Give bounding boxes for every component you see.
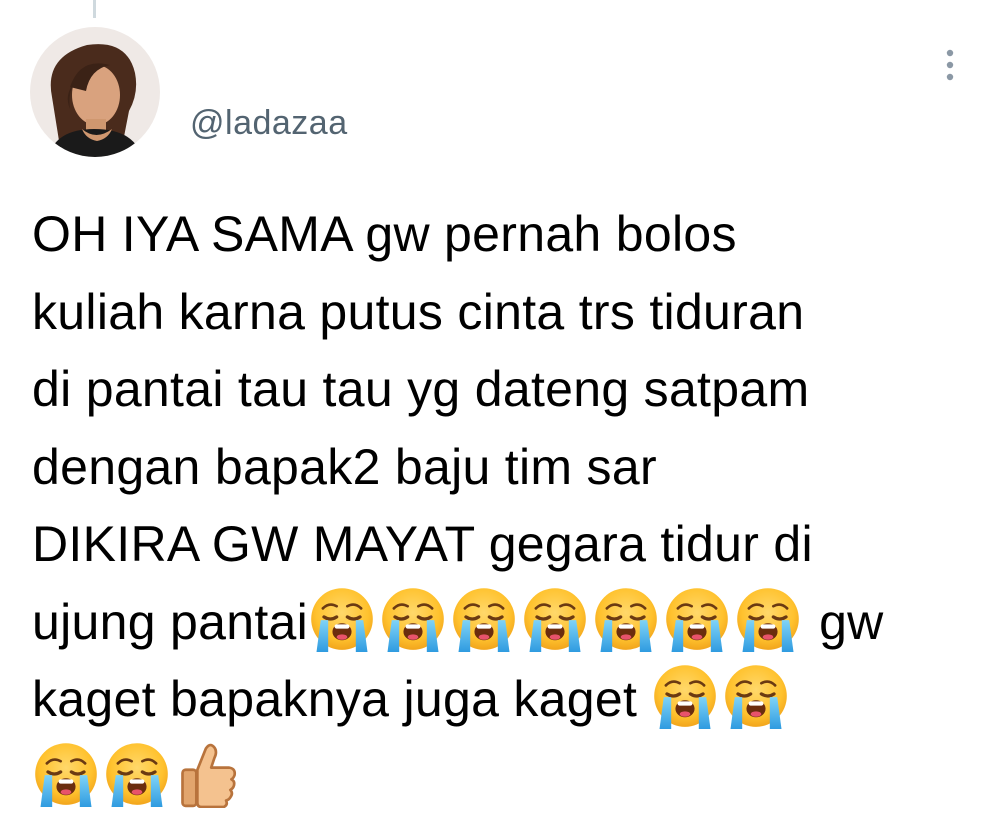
tweet-line: dengan bapak2 baju tim sar [32,438,657,495]
tweet-line-text: ujung pantai [32,593,309,650]
crying-face-icon [651,662,719,730]
tweet-line-text: kaget bapaknya juga kaget [32,671,638,727]
crying-face-icon [308,585,376,653]
crying-face-icon [521,585,589,653]
crying-face-icon [663,585,731,653]
crying-face-icon [32,740,100,808]
tweet-line: kuliah karna putus cinta trs tiduran [32,283,805,340]
tweet-line-text: gw [819,593,884,650]
crying-face-icon [103,740,171,808]
tweet-line-emoji-only [32,739,982,817]
tweet-line-with-emoji: ujung pantai gw [32,584,982,662]
tweet-line: OH IYA SAMA gw pernah bolos [32,206,737,262]
thread-connector-line [93,0,96,18]
tweet-text: OH IYA SAMA gw pernah bolos kuliah karna… [32,196,982,816]
more-vertical-icon [946,49,954,81]
tweet-line-with-emoji: kaget bapaknya juga kaget [32,661,982,739]
thumbs-up-icon [174,740,242,808]
crying-face-icon [592,585,660,653]
more-options-button[interactable] [935,42,965,88]
avatar[interactable] [30,27,160,157]
tweet-line: DIKIRA GW MAYAT gegara tidur di [32,516,813,572]
crying-face-icon [722,662,790,730]
crying-face-icon [450,585,518,653]
username[interactable]: @ladazaa [190,104,348,143]
tweet-line: di pantai tau tau yg dateng satpam [32,361,810,417]
crying-face-icon [734,585,802,653]
crying-face-icon [379,585,447,653]
